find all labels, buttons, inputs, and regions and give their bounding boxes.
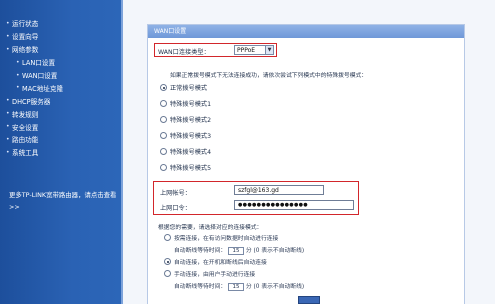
main-content: WAN口设置 WAN口连接类型： PPPoE ▼ 如果正常拨号模式下无法连接成功… bbox=[123, 0, 495, 304]
radio-button[interactable] bbox=[160, 116, 167, 123]
connection-mode-label: 手动连接，由用户手动进行连接 bbox=[174, 272, 256, 278]
dial-mode-label: 特殊拨号模式1 bbox=[170, 101, 212, 108]
radio-button[interactable] bbox=[164, 234, 171, 241]
radio-button[interactable] bbox=[160, 100, 167, 107]
dial-mode-label: 特殊拨号模式4 bbox=[170, 149, 212, 156]
dial-mode-option[interactable]: 特殊拨号模式3 bbox=[160, 131, 211, 140]
nav-security[interactable]: • 安全设置 bbox=[6, 120, 121, 133]
nav-status[interactable]: • 运行状态 bbox=[6, 17, 121, 30]
sidebar: • 运行状态 • 设置向导 • 网络参数 • LAN口设置 • WAN口设置 • MAC地址… bbox=[0, 0, 121, 304]
radio-button[interactable] bbox=[160, 132, 167, 139]
dial-mode-label: 特殊拨号模式2 bbox=[170, 117, 212, 124]
connection-mode-label: 自动连接，在开机和断线后自动连接 bbox=[174, 260, 267, 266]
dial-mode-option[interactable]: 特殊拨号模式2 bbox=[160, 115, 211, 124]
nav-system-tools[interactable]: • 系统工具 bbox=[6, 146, 121, 159]
idle-timeout-label: 自动断线等待时间： bbox=[174, 284, 227, 290]
nav-lan-settings[interactable]: • LAN口设置 bbox=[6, 56, 121, 69]
dial-mode-option[interactable]: 特殊拨号模式1 bbox=[160, 99, 211, 108]
dial-mode-label: 正常拨号模式 bbox=[170, 85, 208, 92]
wan-type-value: PPPoE bbox=[237, 47, 256, 54]
connection-mode-option[interactable]: 手动连接，由用户手动进行连接 bbox=[164, 269, 255, 278]
connection-mode-label: 按需连接，在有访问数据时自动进行连接 bbox=[174, 236, 279, 242]
radio-button[interactable] bbox=[164, 258, 171, 265]
idle-timeout-input[interactable]: 15 bbox=[228, 246, 245, 255]
save-button[interactable] bbox=[298, 296, 320, 304]
idle-timeout-unit: 分 bbox=[245, 284, 252, 290]
nav-wan-settings[interactable]: • WAN口设置 bbox=[6, 69, 121, 82]
account-field[interactable]: szfgl@163.gd bbox=[234, 185, 324, 195]
connection-mode-option[interactable]: 自动连接，在开机和断线后自动连接 bbox=[164, 257, 267, 266]
wan-type-select[interactable]: PPPoE ▼ bbox=[234, 45, 274, 55]
nav-routing[interactable]: • 路由功能 bbox=[6, 133, 121, 146]
panel-title: WAN口设置 bbox=[148, 25, 464, 38]
radio-button[interactable] bbox=[160, 164, 167, 171]
chevron-down-icon: ▼ bbox=[265, 46, 273, 54]
dial-mode-label: 特殊拨号模式3 bbox=[170, 133, 212, 140]
account-label: 上网帐号： bbox=[160, 190, 191, 197]
nav-network-params[interactable]: • 网络参数 bbox=[6, 43, 121, 56]
wan-type-label: WAN口连接类型： bbox=[158, 49, 210, 56]
password-field[interactable]: ●●●●●●●●●●●●●●● bbox=[234, 200, 354, 210]
idle-timeout-row: 自动断线等待时间： 15 分 (0 表示不自动断线) bbox=[174, 245, 304, 255]
nav-dhcp[interactable]: • DHCP服务器 bbox=[6, 94, 121, 107]
idle-timeout-note: (0 表示不自动断线) bbox=[253, 284, 305, 290]
idle-timeout-input[interactable]: 15 bbox=[228, 282, 245, 291]
idle-timeout-note: (0 表示不自动断线) bbox=[253, 248, 305, 254]
dial-mode-label: 特殊拨号模式5 bbox=[170, 165, 212, 172]
dial-mode-option[interactable]: 特殊拨号模式5 bbox=[160, 163, 211, 172]
dial-mode-option[interactable]: 特殊拨号模式4 bbox=[160, 147, 211, 156]
radio-button[interactable] bbox=[160, 84, 167, 91]
nav-forwarding[interactable]: • 转发规则 bbox=[6, 107, 121, 120]
radio-button[interactable] bbox=[164, 270, 171, 277]
manual-idle-timeout-row: 自动断线等待时间： 15 分 (0 表示不自动断线) bbox=[174, 281, 304, 291]
nav-mac-clone[interactable]: • MAC地址克隆 bbox=[6, 81, 121, 94]
idle-timeout-unit: 分 bbox=[245, 248, 252, 254]
dial-mode-option[interactable]: 正常拨号模式 bbox=[160, 83, 207, 92]
nav-setup-wizard[interactable]: • 设置向导 bbox=[6, 30, 121, 43]
idle-timeout-label: 自动断线等待时间： bbox=[174, 248, 227, 254]
password-label: 上网口令： bbox=[160, 205, 191, 212]
wan-settings-panel: WAN口设置 WAN口连接类型： PPPoE ▼ 如果正常拨号模式下无法连接成功… bbox=[147, 24, 465, 304]
more-products-link[interactable]: 更多TP-LINK宽带路由器，请点击查看 >> bbox=[9, 189, 117, 213]
dial-mode-hint: 如果正常拨号模式下无法连接成功，请依次尝试下列模式中的特殊拨号模式： bbox=[170, 73, 368, 79]
connection-mode-hint: 根据您的需要，请选择对应的连接模式： bbox=[158, 225, 263, 231]
connection-mode-option[interactable]: 按需连接，在有访问数据时自动进行连接 bbox=[164, 233, 278, 242]
radio-button[interactable] bbox=[160, 148, 167, 155]
